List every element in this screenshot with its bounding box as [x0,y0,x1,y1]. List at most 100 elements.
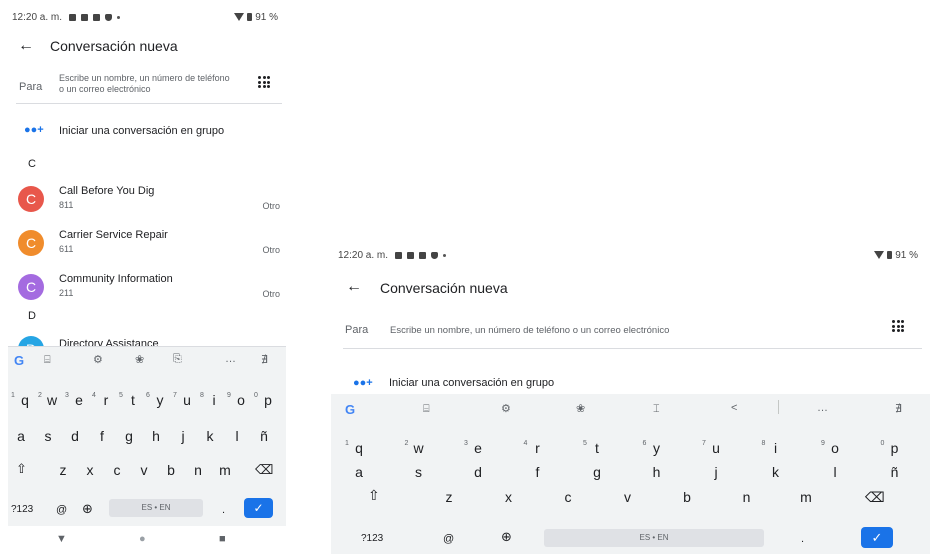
nav-back-icon[interactable]: ▼ [56,533,67,545]
recipient-input[interactable]: Escribe un nombre, un número de teléfono… [59,73,249,95]
key-l[interactable]: l [827,464,843,480]
key-h[interactable]: h [649,464,665,480]
shift-key[interactable]: ⇧ [16,461,27,477]
at-key[interactable]: @ [443,533,454,545]
key-o[interactable]: o9 [821,440,843,456]
settings-icon[interactable]: ⚙ [93,353,103,366]
key-b[interactable]: b [163,462,179,478]
dialpad-icon[interactable] [258,76,270,88]
symbols-key[interactable]: ?123 [361,533,383,544]
key-f[interactable]: f [530,464,546,480]
nav-home-icon[interactable]: ● [139,533,146,545]
key-y[interactable]: y6 [146,392,168,408]
palette-icon[interactable]: ❀ [135,353,144,366]
key-l[interactable]: l [229,428,245,444]
key-g[interactable]: g [121,428,137,444]
key-t[interactable]: t5 [583,440,605,456]
clipboard-icon[interactable]: ⌸ [44,354,51,367]
globe-icon[interactable]: ⊕ [501,529,512,545]
back-button[interactable]: ← [346,278,362,296]
key-r[interactable]: r4 [524,440,546,456]
enter-key[interactable]: ✓ [244,498,273,518]
key-u[interactable]: u7 [702,440,724,456]
enter-key[interactable]: ✓ [861,527,893,548]
settings-icon[interactable]: ⚙ [501,402,511,415]
key-r[interactable]: r4 [92,392,114,408]
key-h[interactable]: h [148,428,164,444]
key-b[interactable]: b [679,489,695,505]
key-w[interactable]: w2 [405,440,427,456]
key-y[interactable]: y6 [643,440,665,456]
key-o[interactable]: o9 [227,392,249,408]
key-e[interactable]: e3 [65,392,87,408]
space-key[interactable]: ES • EN [109,499,203,517]
key-v[interactable]: v [620,489,636,505]
period-key[interactable]: . [222,504,225,516]
one-handed-icon[interactable]: ⎘ [173,353,182,366]
key-p[interactable]: p0 [254,392,276,408]
key-w[interactable]: w2 [38,392,60,408]
key-j[interactable]: j [175,428,191,444]
key-s[interactable]: s [40,428,56,444]
symbols-key[interactable]: ?123 [11,504,33,515]
recipient-input[interactable]: Escribe un nombre, un número de teléfono… [390,325,669,336]
start-group-conversation[interactable]: Iniciar una conversación en grupo [59,125,224,137]
key-a[interactable]: a [13,428,29,444]
share-icon[interactable]: < [731,402,737,414]
mic-off-icon[interactable]: ∄ [895,402,902,415]
key-n[interactable]: n [739,489,755,505]
key-i[interactable]: i8 [762,440,784,456]
key-x[interactable]: x [82,462,98,478]
key-g[interactable]: g [589,464,605,480]
clipboard-icon[interactable]: ⌸ [423,403,430,416]
backspace-key[interactable]: ⌫ [865,489,885,506]
key-a[interactable]: a [351,464,367,480]
key-q[interactable]: q1 [11,392,33,408]
key-i[interactable]: i8 [200,392,222,408]
key-q[interactable]: q1 [345,440,367,456]
key-m[interactable]: m [217,462,233,478]
key-z[interactable]: z [441,489,457,505]
key-ñ[interactable]: ñ [887,464,903,480]
space-key[interactable]: ES • EN [544,529,764,547]
key-c[interactable]: c [109,462,125,478]
cursor-icon[interactable]: ⌶ [653,403,660,416]
more-icon[interactable]: … [225,353,236,365]
dialpad-icon[interactable] [892,320,904,332]
key-m[interactable]: m [798,489,814,505]
palette-icon[interactable]: ❀ [576,402,585,415]
globe-icon[interactable]: ⊕ [82,501,93,517]
key-z[interactable]: z [55,462,71,478]
google-icon[interactable]: G [345,402,355,417]
contact-item[interactable]: C Call Before You Dig 811 Otro [18,183,280,217]
backspace-key[interactable]: ⌫ [255,462,273,478]
key-k[interactable]: k [768,464,784,480]
contact-item[interactable]: C Community Information 211 Otro [18,271,280,305]
key-k[interactable]: k [202,428,218,444]
period-key[interactable]: . [801,533,804,545]
key-d[interactable]: d [67,428,83,444]
mic-off-icon[interactable]: ∄ [261,353,268,366]
key-t[interactable]: t5 [119,392,141,408]
google-icon[interactable]: G [14,353,24,368]
key-label: v [624,489,631,505]
key-n[interactable]: n [190,462,206,478]
more-icon[interactable]: … [817,402,828,414]
key-p[interactable]: p0 [881,440,903,456]
key-u[interactable]: u7 [173,392,195,408]
contact-item[interactable]: C Carrier Service Repair 611 Otro [18,227,280,261]
key-d[interactable]: d [470,464,486,480]
nav-recents-icon[interactable]: ■ [219,533,226,545]
key-j[interactable]: j [708,464,724,480]
shift-key[interactable]: ⇧ [368,487,380,504]
key-ñ[interactable]: ñ [256,428,272,444]
back-button[interactable]: ← [18,37,34,55]
key-e[interactable]: e3 [464,440,486,456]
key-x[interactable]: x [501,489,517,505]
key-f[interactable]: f [94,428,110,444]
start-group-conversation[interactable]: Iniciar una conversación en grupo [389,377,554,389]
key-v[interactable]: v [136,462,152,478]
at-key[interactable]: @ [56,504,67,516]
key-c[interactable]: c [560,489,576,505]
key-s[interactable]: s [411,464,427,480]
